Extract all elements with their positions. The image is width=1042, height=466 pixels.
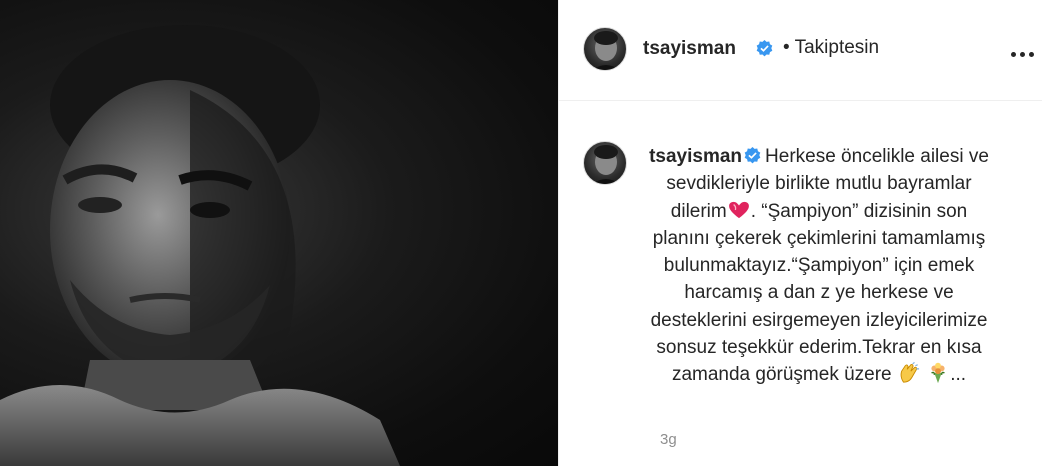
heart-emoji-icon [728, 201, 749, 218]
avatar-image [592, 145, 620, 184]
clapping-hands-emoji-icon [900, 362, 919, 384]
post-photo[interactable] [0, 0, 558, 466]
comment-avatar[interactable] [583, 141, 627, 185]
more-options-icon[interactable] [1011, 44, 1038, 62]
caption-ellipsis[interactable]: ... [950, 364, 966, 385]
bouquet-emoji-icon [931, 363, 945, 384]
post-caption: tsayisman Herkese öncelikle ailesi ve sev… [644, 143, 994, 389]
portrait-image [0, 25, 400, 466]
follow-status[interactable]: • Takiptesin [783, 37, 879, 59]
header-username[interactable]: tsayisman [643, 38, 736, 60]
avatar-image [592, 31, 620, 70]
post-header: tsayisman • Takiptesin [559, 0, 1042, 101]
post-side-panel: tsayisman • Takiptesin tsayisman Herkese … [558, 0, 1042, 466]
profile-avatar[interactable] [583, 27, 627, 71]
verified-badge-icon [744, 147, 761, 164]
verified-badge-icon [756, 40, 773, 57]
caption-text-rest: . “Şampiyon” dizisinin son planını çeker… [650, 200, 988, 386]
post-timestamp[interactable]: 3g [660, 431, 677, 448]
caption-username[interactable]: tsayisman [649, 146, 742, 167]
